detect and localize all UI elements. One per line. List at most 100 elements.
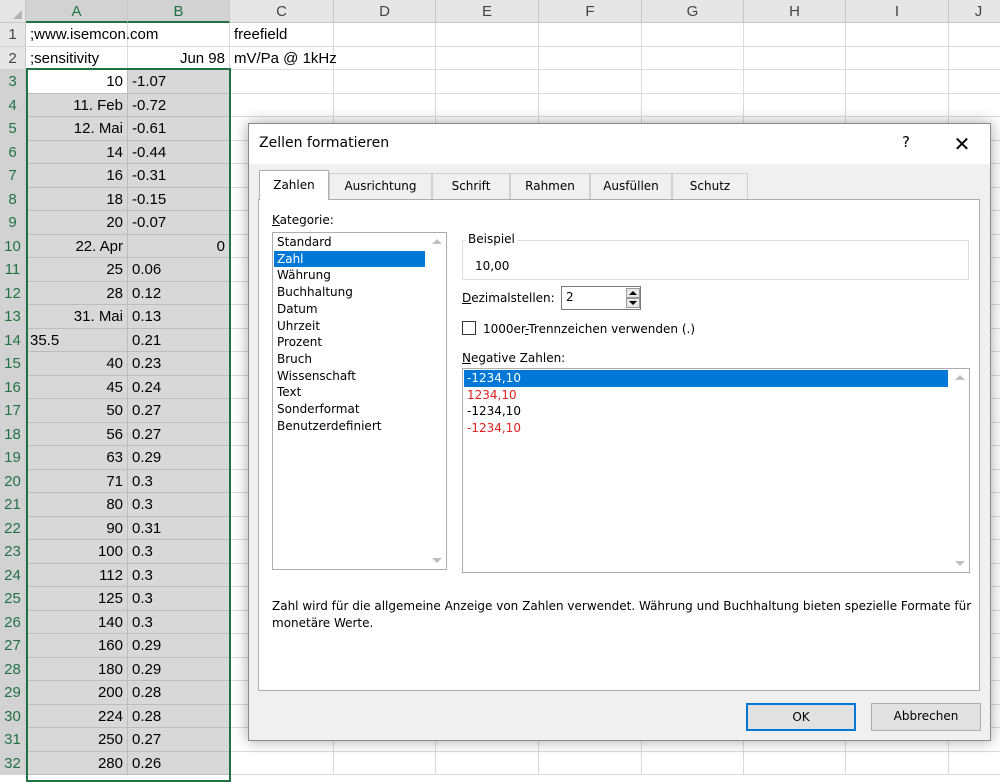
cell-a29[interactable]: 200 (26, 681, 128, 705)
category-item[interactable]: Buchhaltung (274, 284, 425, 301)
cell-b22[interactable]: 0.31 (128, 516, 230, 540)
cell-c1[interactable]: freefield (230, 23, 334, 47)
cell-e3[interactable] (436, 70, 539, 94)
cell-g1[interactable] (642, 23, 744, 47)
cell-e32[interactable] (436, 751, 539, 775)
cell-a21[interactable]: 80 (26, 493, 128, 517)
cell-a24[interactable]: 112 (26, 563, 128, 587)
cell-a30[interactable]: 224 (26, 704, 128, 728)
cell-b24[interactable]: 0.3 (128, 563, 230, 587)
cell-b6[interactable]: -0.44 (128, 140, 230, 164)
category-item[interactable]: Text (274, 384, 425, 401)
cell-a13[interactable]: 31. Mai (26, 305, 128, 329)
row-header[interactable]: 18 (0, 422, 26, 446)
cell-b27[interactable]: 0.29 (128, 634, 230, 658)
cell-i4[interactable] (846, 93, 949, 117)
row-header[interactable]: 27 (0, 634, 26, 658)
cell-a32[interactable]: 280 (26, 751, 128, 775)
cell-b26[interactable]: 0.3 (128, 610, 230, 634)
cell-i1[interactable] (846, 23, 949, 47)
row-header[interactable]: 32 (0, 751, 26, 775)
cell-b31[interactable]: 0.27 (128, 728, 230, 752)
cell-b29[interactable]: 0.28 (128, 681, 230, 705)
cell-b12[interactable]: 0.12 (128, 281, 230, 305)
cell-j4[interactable] (949, 94, 1000, 117)
row-header[interactable]: 7 (0, 164, 26, 188)
column-header-i[interactable]: I (846, 0, 949, 23)
scroll-down-icon[interactable] (432, 558, 442, 563)
cell-b1[interactable] (128, 23, 230, 47)
cell-a6[interactable]: 14 (26, 140, 128, 164)
cell-b15[interactable]: 0.23 (128, 352, 230, 376)
cell-a2[interactable]: ;sensitivity (26, 46, 128, 70)
cell-b2[interactable]: Jun 98 (128, 46, 230, 70)
cell-g4[interactable] (642, 93, 744, 117)
cell-b3[interactable]: -1.07 (128, 70, 230, 94)
negative-format-option[interactable]: -1234,10 (464, 403, 948, 420)
tab-schutz[interactable]: Schutz (672, 173, 748, 199)
cell-f2[interactable] (539, 46, 642, 70)
category-item[interactable]: Sonderformat (274, 401, 425, 418)
dezimalstellen-input[interactable]: 2 (561, 286, 641, 310)
scroll-up-icon[interactable] (955, 375, 965, 380)
cell-a19[interactable]: 63 (26, 446, 128, 470)
row-header[interactable]: 5 (0, 117, 26, 141)
cell-b20[interactable]: 0.3 (128, 469, 230, 493)
cell-a23[interactable]: 100 (26, 540, 128, 564)
cell-a20[interactable]: 71 (26, 469, 128, 493)
cell-h4[interactable] (744, 93, 846, 117)
column-header-d[interactable]: D (334, 0, 436, 23)
thousands-separator-label[interactable]: 1000er-Trennzeichen verwenden (.) (483, 322, 695, 336)
cell-b13[interactable]: 0.13 (128, 305, 230, 329)
negative-scrollbar[interactable] (952, 369, 969, 572)
cell-b8[interactable]: -0.15 (128, 187, 230, 211)
cell-b11[interactable]: 0.06 (128, 258, 230, 282)
cell-i32[interactable] (846, 751, 949, 775)
category-item[interactable]: Währung (274, 267, 425, 284)
negative-format-option[interactable]: -1234,10 (464, 370, 948, 387)
category-scrollbar[interactable] (429, 233, 446, 569)
column-header-h[interactable]: H (744, 0, 846, 23)
cell-j1[interactable] (949, 23, 1000, 47)
row-header[interactable]: 6 (0, 140, 26, 164)
row-header[interactable]: 12 (0, 281, 26, 305)
row-header[interactable]: 20 (0, 469, 26, 493)
cell-b25[interactable]: 0.3 (128, 587, 230, 611)
scroll-up-icon[interactable] (432, 239, 442, 244)
row-header[interactable]: 28 (0, 657, 26, 681)
cell-d1[interactable] (334, 23, 436, 47)
category-item[interactable]: Uhrzeit (274, 318, 425, 335)
cell-b16[interactable]: 0.24 (128, 375, 230, 399)
row-header[interactable]: 22 (0, 516, 26, 540)
cell-a15[interactable]: 40 (26, 352, 128, 376)
cell-i2[interactable] (846, 46, 949, 70)
help-button[interactable]: ? (894, 133, 918, 155)
cell-a5[interactable]: 12. Mai (26, 117, 128, 141)
category-item[interactable]: Benutzerdefiniert (274, 418, 425, 435)
tab-schrift[interactable]: Schrift (432, 173, 510, 199)
cell-b10[interactable]: 0 (128, 234, 230, 258)
cell-a12[interactable]: 28 (26, 281, 128, 305)
column-header-c[interactable]: C (230, 0, 334, 23)
negative-format-option[interactable]: -1234,10 (464, 420, 948, 437)
scroll-down-icon[interactable] (955, 561, 965, 566)
column-header-e[interactable]: E (436, 0, 539, 23)
row-header[interactable]: 30 (0, 704, 26, 728)
row-header[interactable]: 9 (0, 211, 26, 235)
cell-d3[interactable] (334, 70, 436, 94)
cell-b23[interactable]: 0.3 (128, 540, 230, 564)
row-header[interactable]: 17 (0, 399, 26, 423)
row-header[interactable]: 13 (0, 305, 26, 329)
row-header[interactable]: 14 (0, 328, 26, 352)
cell-j2[interactable] (949, 47, 1000, 70)
cell-c32[interactable] (230, 751, 334, 775)
column-header-j[interactable]: J (949, 0, 1000, 23)
row-header[interactable]: 25 (0, 587, 26, 611)
column-header-f[interactable]: F (539, 0, 642, 23)
cell-a25[interactable]: 125 (26, 587, 128, 611)
row-header[interactable]: 29 (0, 681, 26, 705)
cell-a3[interactable]: 10 (26, 70, 128, 94)
cell-e2[interactable] (436, 46, 539, 70)
row-header[interactable]: 2 (0, 46, 26, 70)
row-header[interactable]: 21 (0, 493, 26, 517)
